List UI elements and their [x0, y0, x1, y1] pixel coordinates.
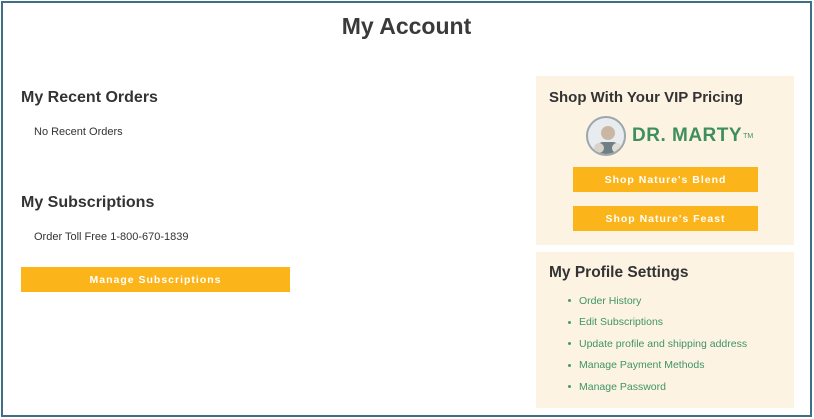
update-profile-link[interactable]: Update profile and shipping address	[579, 338, 747, 350]
bullet-icon	[568, 363, 571, 367]
account-page-frame: My Account My Recent Orders No Recent Or…	[1, 1, 812, 417]
dr-marty-logo: DR. MARTY TM	[586, 115, 756, 157]
bullet-icon	[568, 299, 571, 303]
manage-subscriptions-button[interactable]: Manage Subscriptions	[21, 267, 290, 292]
subscriptions-title: My Subscriptions	[21, 194, 155, 211]
brand-name: DR. MARTY	[632, 125, 743, 146]
profile-settings-links: Order History Edit Subscriptions Update …	[568, 290, 747, 398]
dr-marty-portrait-icon	[586, 116, 626, 156]
toll-free-phone-text: Order Toll Free 1-800-670-1839	[34, 231, 189, 243]
profile-settings-title: My Profile Settings	[549, 264, 689, 281]
no-recent-orders-text: No Recent Orders	[34, 126, 123, 138]
bullet-icon	[568, 342, 571, 346]
edit-subscriptions-link[interactable]: Edit Subscriptions	[579, 316, 663, 328]
vip-pricing-title: Shop With Your VIP Pricing	[549, 89, 744, 106]
brand-trademark: TM	[743, 132, 754, 140]
bullet-icon	[568, 385, 571, 389]
shop-natures-feast-button[interactable]: Shop Nature's Feast	[573, 206, 758, 231]
manage-password-link[interactable]: Manage Password	[579, 381, 666, 393]
list-item: Edit Subscriptions	[568, 312, 747, 334]
list-item: Update profile and shipping address	[568, 333, 747, 355]
recent-orders-title: My Recent Orders	[21, 89, 158, 106]
list-item: Order History	[568, 290, 747, 312]
list-item: Manage Password	[568, 376, 747, 398]
list-item: Manage Payment Methods	[568, 355, 747, 377]
manage-payment-methods-link[interactable]: Manage Payment Methods	[579, 359, 705, 371]
shop-natures-blend-button[interactable]: Shop Nature's Blend	[573, 167, 758, 192]
order-history-link[interactable]: Order History	[579, 295, 641, 307]
page-title: My Account	[341, 13, 472, 39]
bullet-icon	[568, 320, 571, 324]
